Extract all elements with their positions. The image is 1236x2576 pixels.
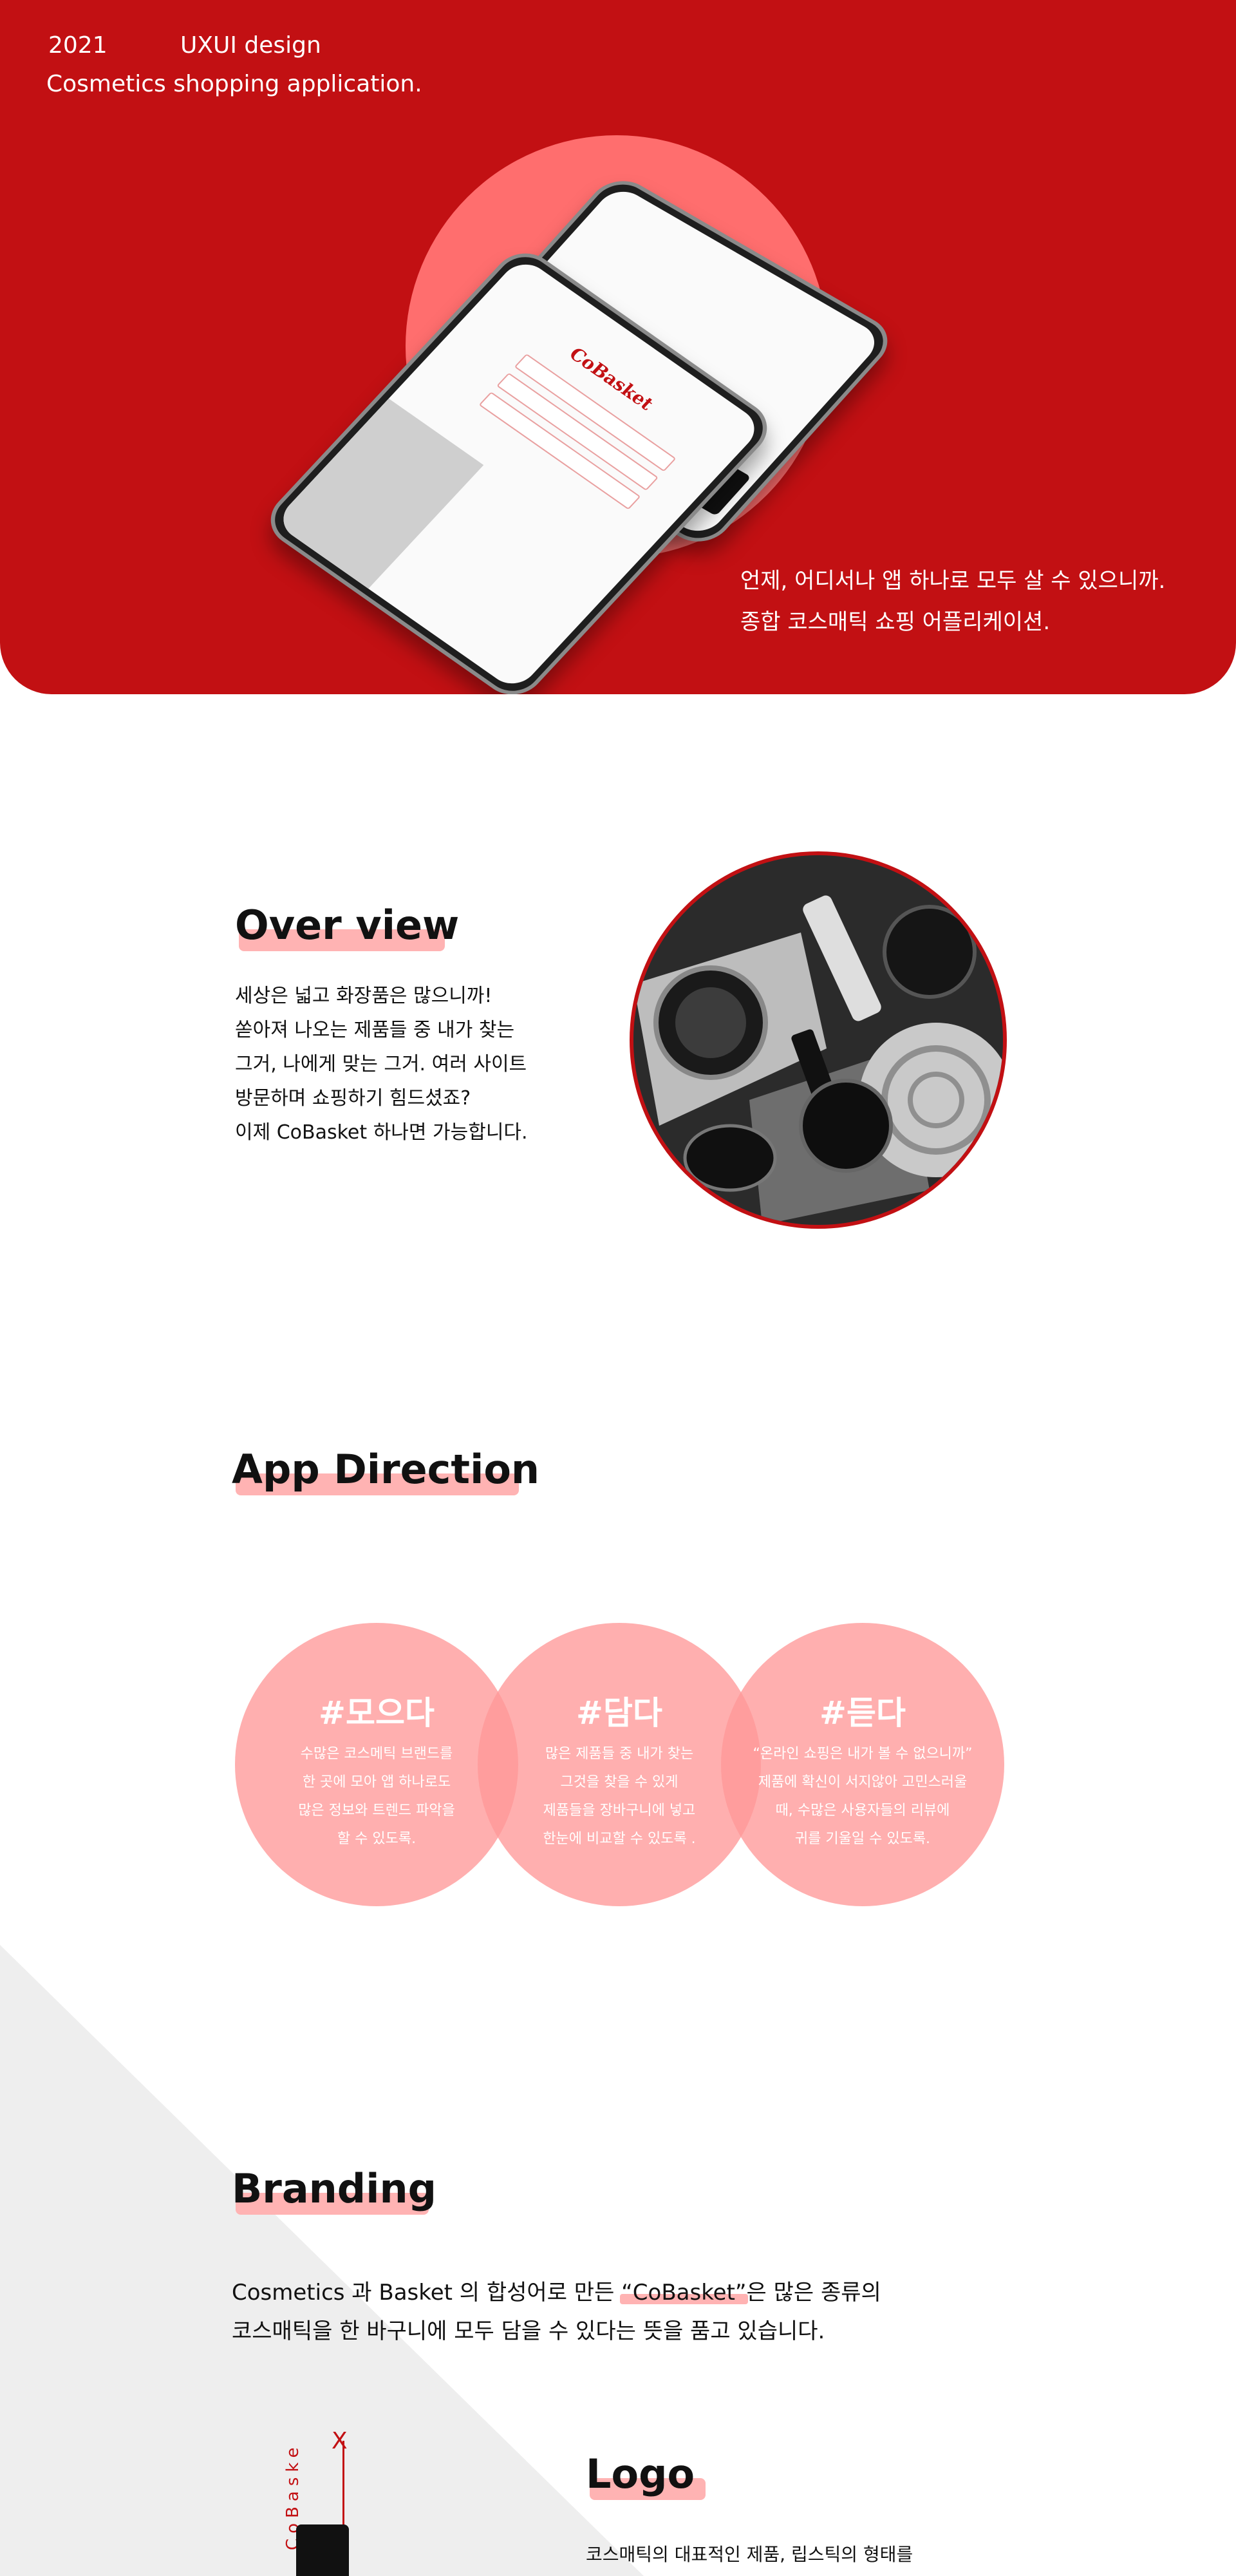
hero-tagline: 언제, 어디서나 앱 하나로 모두 살 수 있으니까. 종합 코스매틱 쇼핑 어… [740, 560, 1165, 643]
overview-line: 방문하며 쇼핑하기 힘드셨죠? [235, 1087, 471, 1110]
direction-heading-text: App Direction [232, 1446, 540, 1493]
logo-line [342, 2441, 344, 2524]
direction-body: 많은 제품들 중 내가 찾는 그것을 찾을 수 있게 제품들을 장바구니에 넣고… [478, 1740, 761, 1853]
cosmetics-photo-art [633, 855, 1003, 1225]
overview-line: 그거, 나에게 맞는 그거. 여러 사이트 [235, 1053, 527, 1075]
direction-circle-listen: #듣다 “온라인 쇼핑은 내가 볼 수 없으니까” 제품에 확신이 서지않아 고… [721, 1623, 1004, 1906]
hero-tagline-line: 종합 코스매틱 쇼핑 어플리케이션. [740, 609, 1051, 635]
direction-line: 한눈에 비교할 수 있도록 . [543, 1831, 696, 1847]
branding-heading-text: Branding [232, 2165, 436, 2212]
direction-title: #담다 [576, 1694, 662, 1732]
logo-heading: Logo [586, 2450, 706, 2500]
logo-description: 코스매틱의 대표적인 제품, 립스틱의 형태를 [586, 2544, 913, 2565]
cosmetics-photo [630, 851, 1007, 1229]
direction-line: 할 수 있도록. [337, 1831, 417, 1847]
branding-text: Cosmetics 과 Basket 의 합성어로 만든 “CoBasket”은… [232, 2273, 881, 2351]
direction-line: 때, 수많은 사용자들의 리뷰에 [775, 1803, 950, 1819]
direction-body: 수많은 코스메틱 브랜드를 한 곳에 모아 앱 하나로도 많은 정보와 트렌드 … [235, 1740, 518, 1853]
logo-heading-text: Logo [586, 2450, 695, 2497]
overview-heading: Over view [235, 902, 460, 951]
overview-heading-text: Over view [235, 902, 460, 949]
overview-line: 이제 CoBasket 하나면 가능합니다. [235, 1121, 528, 1144]
direction-circle-contain: #담다 많은 제품들 중 내가 찾는 그것을 찾을 수 있게 제품들을 장바구니… [478, 1623, 761, 1906]
hero-tagline-line: 언제, 어디서나 앱 하나로 모두 살 수 있으니까. [740, 568, 1166, 594]
grey-panel [273, 398, 484, 589]
branding-heading: Branding [232, 2165, 436, 2215]
direction-body: “온라인 쇼핑은 내가 볼 수 없으니까” 제품에 확신이 서지않아 고민스러울… [721, 1740, 1004, 1853]
direction-line: 수많은 코스메틱 브랜드를 [300, 1746, 453, 1762]
direction-line: 귀를 기울일 수 있도록. [794, 1831, 931, 1847]
direction-line: 한 곳에 모아 앱 하나로도 [302, 1774, 451, 1790]
logo-x-mark: X [332, 2428, 348, 2454]
branding-line: 코스매틱을 한 바구니에 모두 담을 수 있다는 뜻을 품고 있습니다. [232, 2318, 825, 2344]
overview-line: 쏟아져 나오는 제품들 중 내가 찾는 [235, 1019, 515, 1041]
direction-line: 제품들을 장바구니에 넣고 [543, 1803, 696, 1819]
hero-tag: UXUI design [180, 32, 321, 59]
lipstick-base [296, 2524, 349, 2576]
direction-line: 제품에 확신이 서지않아 고민스러울 [758, 1774, 968, 1790]
direction-heading: App Direction [232, 1446, 540, 1495]
overview-text: 세상은 넓고 화장품은 많으니까! 쏟아져 나오는 제품들 중 내가 찾는 그거… [235, 979, 528, 1150]
direction-title: #모으다 [319, 1694, 435, 1732]
hero-section: 2021 UXUI design Cosmetics shopping appl… [0, 0, 1236, 694]
direction-title: #듣다 [819, 1694, 906, 1732]
hero-subtitle: Cosmetics shopping application. [46, 71, 422, 97]
branding-line: Cosmetics 과 Basket 의 합성어로 만든 “CoBasket”은… [232, 2273, 881, 2312]
direction-line: “온라인 쇼핑은 내가 볼 수 없으니까” [753, 1746, 973, 1762]
hero-year: 2021 [48, 32, 108, 59]
branding-line-part: Cosmetics 과 Basket 의 합성어로 만든 [232, 2280, 622, 2306]
direction-line: 많은 제품들 중 내가 찾는 [545, 1746, 694, 1762]
direction-circle-collect: #모으다 수많은 코스메틱 브랜드를 한 곳에 모아 앱 하나로도 많은 정보와… [235, 1623, 518, 1906]
branding-line-part: 은 많은 종류의 [746, 2280, 881, 2306]
direction-line: 많은 정보와 트렌드 파악을 [298, 1803, 455, 1819]
branding-quote: “CoBasket” [621, 2280, 747, 2306]
overview-line: 세상은 넓고 화장품은 많으니까! [235, 985, 492, 1007]
direction-line: 그것을 찾을 수 있게 [560, 1774, 679, 1790]
